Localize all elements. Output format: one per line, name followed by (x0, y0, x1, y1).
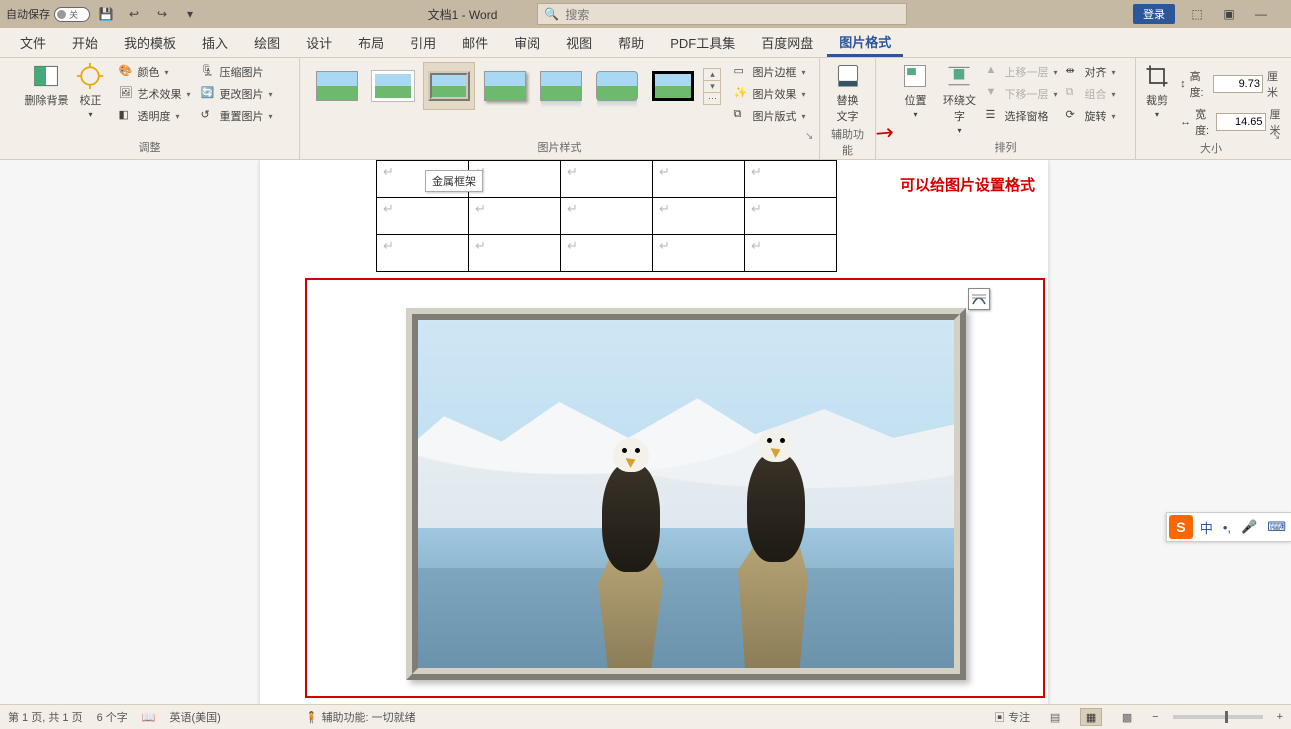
wrap-text-button[interactable]: 环绕文 字▾ (937, 62, 981, 135)
group-arrange: 位置▾ 环绕文 字▾ ▲上移一层 ▼下移一层 ☰选择窗格 ⇹对齐 ⧉组合 ⟳旋转… (876, 58, 1136, 159)
save-icon[interactable]: 💾 (94, 2, 118, 26)
search-placeholder: 搜索 (565, 6, 589, 23)
layout-options-icon[interactable] (968, 288, 990, 310)
tab-我的模板[interactable]: 我的模板 (112, 27, 188, 57)
read-mode-icon[interactable]: ▤ (1044, 708, 1066, 726)
picture-effects-button[interactable]: ✨图片效果 (731, 84, 807, 104)
status-word-count[interactable]: 6 个字 (97, 709, 128, 725)
corrections-button[interactable]: 校正▾ (68, 62, 112, 119)
compress-pictures-button[interactable]: 🗜压缩图片 (199, 62, 275, 82)
change-picture-button[interactable]: 🔄更改图片 (199, 84, 275, 104)
tab-引用[interactable]: 引用 (398, 27, 448, 57)
window-switch-icon[interactable]: ▣ (1219, 4, 1239, 24)
tab-视图[interactable]: 视图 (554, 27, 604, 57)
style-item-2[interactable] (367, 62, 419, 110)
redo-icon[interactable]: ↪ (150, 2, 174, 26)
tab-设计[interactable]: 设计 (294, 27, 344, 57)
login-button[interactable]: 登录 (1133, 4, 1175, 24)
style-item-7[interactable] (647, 62, 699, 110)
style-item-1[interactable] (311, 62, 363, 110)
style-tooltip: 金属框架 (425, 170, 483, 192)
title-bar: 自动保存 关 💾 ↩ ↪ ▾ 文档1 - Word 🔍 搜索 登录 ⬚ ▣ — (0, 0, 1291, 28)
search-icon: 🔍 (544, 7, 559, 21)
ime-lang[interactable]: 中 (1195, 518, 1218, 537)
zoom-in-button[interactable]: + (1277, 711, 1283, 723)
style-item-6[interactable] (591, 62, 643, 110)
minimize-icon[interactable]: — (1251, 4, 1271, 24)
ribbon: ↘ 删除背景 校正▾ 🎨颜色 🖼艺术效果 ◧透明度 🗜压缩图片 🔄更改图片 ↺重… (0, 58, 1291, 160)
picture-style-gallery[interactable]: ▴▾⋯ (311, 62, 721, 110)
size-dialog-launcher[interactable]: ↘ (1272, 131, 1284, 143)
focus-mode-button[interactable]: ▣ 专注 (994, 709, 1030, 725)
remove-background-button[interactable]: 删除背景 (24, 62, 68, 108)
color-button[interactable]: 🎨颜色 (116, 62, 192, 82)
alt-text-button[interactable]: 替换 文字 (826, 62, 870, 124)
send-backward-button: ▼下移一层 (983, 84, 1059, 104)
style-item-4[interactable] (479, 62, 531, 110)
tab-审阅[interactable]: 审阅 (502, 27, 552, 57)
ime-voice-icon[interactable]: 🎤 (1236, 519, 1262, 535)
tab-绘图[interactable]: 绘图 (242, 27, 292, 57)
status-accessibility[interactable]: 🧍 辅助功能: 一切就绪 (305, 709, 416, 725)
autosave-label: 自动保存 (6, 6, 50, 22)
ribbon-display-icon[interactable]: ⬚ (1187, 4, 1207, 24)
quick-access-toolbar: 自动保存 关 💾 ↩ ↪ ▾ (0, 2, 202, 26)
inserted-picture[interactable] (406, 308, 966, 680)
picture-border-button[interactable]: ▭图片边框 (731, 62, 807, 82)
group-button: ⧉组合 (1064, 84, 1118, 104)
annotation-text: 可以给图片设置格式 (900, 174, 1035, 195)
bring-forward-button: ▲上移一层 (983, 62, 1059, 82)
document-canvas[interactable]: 金属框架 ↘ ↵↵↵↵↵ ↵↵↵↵↵ ↵↵↵↵↵ 可以给图片设置格式 (0, 160, 1291, 704)
page: 金属框架 ↘ ↵↵↵↵↵ ↵↵↵↵↵ ↵↵↵↵↵ 可以给图片设置格式 (260, 160, 1048, 704)
status-language[interactable]: 英语(美国) (169, 709, 220, 725)
status-bar: 第 1 页, 共 1 页 6 个字 📖 英语(美国) 🧍 辅助功能: 一切就绪 … (0, 704, 1291, 729)
tab-PDF工具集[interactable]: PDF工具集 (658, 27, 747, 57)
web-layout-icon[interactable]: ▩ (1116, 708, 1138, 726)
style-item-5[interactable] (535, 62, 587, 110)
align-button[interactable]: ⇹对齐 (1064, 62, 1118, 82)
position-button[interactable]: 位置▾ (893, 62, 937, 119)
rotate-button[interactable]: ⟳旋转 (1064, 106, 1118, 126)
autosave-toggle[interactable]: 自动保存 关 (6, 6, 90, 22)
group-size: 裁剪▾ ↕高度:厘米 ↔宽度:厘米 大小 ↘ (1136, 58, 1286, 159)
status-page[interactable]: 第 1 页, 共 1 页 (8, 709, 83, 725)
tab-文件[interactable]: 文件 (8, 27, 58, 57)
undo-icon[interactable]: ↩ (122, 2, 146, 26)
zoom-out-button[interactable]: − (1152, 711, 1158, 723)
height-input[interactable]: ↕高度:厘米 (1180, 68, 1284, 100)
tab-开始[interactable]: 开始 (60, 27, 110, 57)
ime-keyboard-icon[interactable]: ⌨ (1262, 519, 1291, 535)
group-accessibility: 替换 文字 辅助功能 (820, 58, 876, 159)
tab-图片格式[interactable]: 图片格式 (827, 26, 903, 57)
group-label-styles: 图片样式 (308, 137, 811, 157)
zoom-slider[interactable] (1173, 715, 1263, 719)
document-title: 文档1 - Word (428, 6, 498, 23)
group-label-adjust: 调整 (8, 137, 291, 157)
group-adjust: 删除背景 校正▾ 🎨颜色 🖼艺术效果 ◧透明度 🗜压缩图片 🔄更改图片 ↺重置图… (0, 58, 300, 159)
tab-帮助[interactable]: 帮助 (606, 27, 656, 57)
gallery-scroll[interactable]: ▴▾⋯ (703, 68, 721, 105)
tab-插入[interactable]: 插入 (190, 27, 240, 57)
tab-布局[interactable]: 布局 (346, 27, 396, 57)
ime-brand-icon[interactable]: S (1169, 515, 1193, 539)
print-layout-icon[interactable]: ▦ (1080, 708, 1102, 726)
crop-button[interactable]: 裁剪▾ (1138, 62, 1176, 119)
artistic-effects-button[interactable]: 🖼艺术效果 (116, 84, 192, 104)
selection-pane-button[interactable]: ☰选择窗格 (983, 106, 1059, 126)
transparency-button[interactable]: ◧透明度 (116, 106, 192, 126)
styles-dialog-launcher[interactable]: ↘ (805, 131, 817, 143)
group-picture-styles: ▴▾⋯ ▭图片边框 ✨图片效果 ⧉图片版式 图片样式 ↘ (300, 58, 820, 159)
reset-picture-button[interactable]: ↺重置图片 (199, 106, 275, 126)
ribbon-tabs: 文件开始我的模板插入绘图设计布局引用邮件审阅视图帮助PDF工具集百度网盘图片格式 (0, 28, 1291, 58)
status-proofing-icon[interactable]: 📖 (142, 711, 156, 724)
style-item-3-hovered[interactable] (423, 62, 475, 110)
ime-toolbar[interactable]: S 中 •, 🎤 ⌨ (1166, 512, 1291, 542)
tab-邮件[interactable]: 邮件 (450, 27, 500, 57)
picture-layout-button[interactable]: ⧉图片版式 (731, 106, 807, 126)
ime-punct[interactable]: •, (1218, 520, 1236, 535)
width-input[interactable]: ↔宽度:厘米 (1180, 106, 1284, 138)
search-box[interactable]: 🔍 搜索 (537, 3, 907, 25)
qat-more-icon[interactable]: ▾ (178, 2, 202, 26)
tab-百度网盘[interactable]: 百度网盘 (749, 27, 825, 57)
